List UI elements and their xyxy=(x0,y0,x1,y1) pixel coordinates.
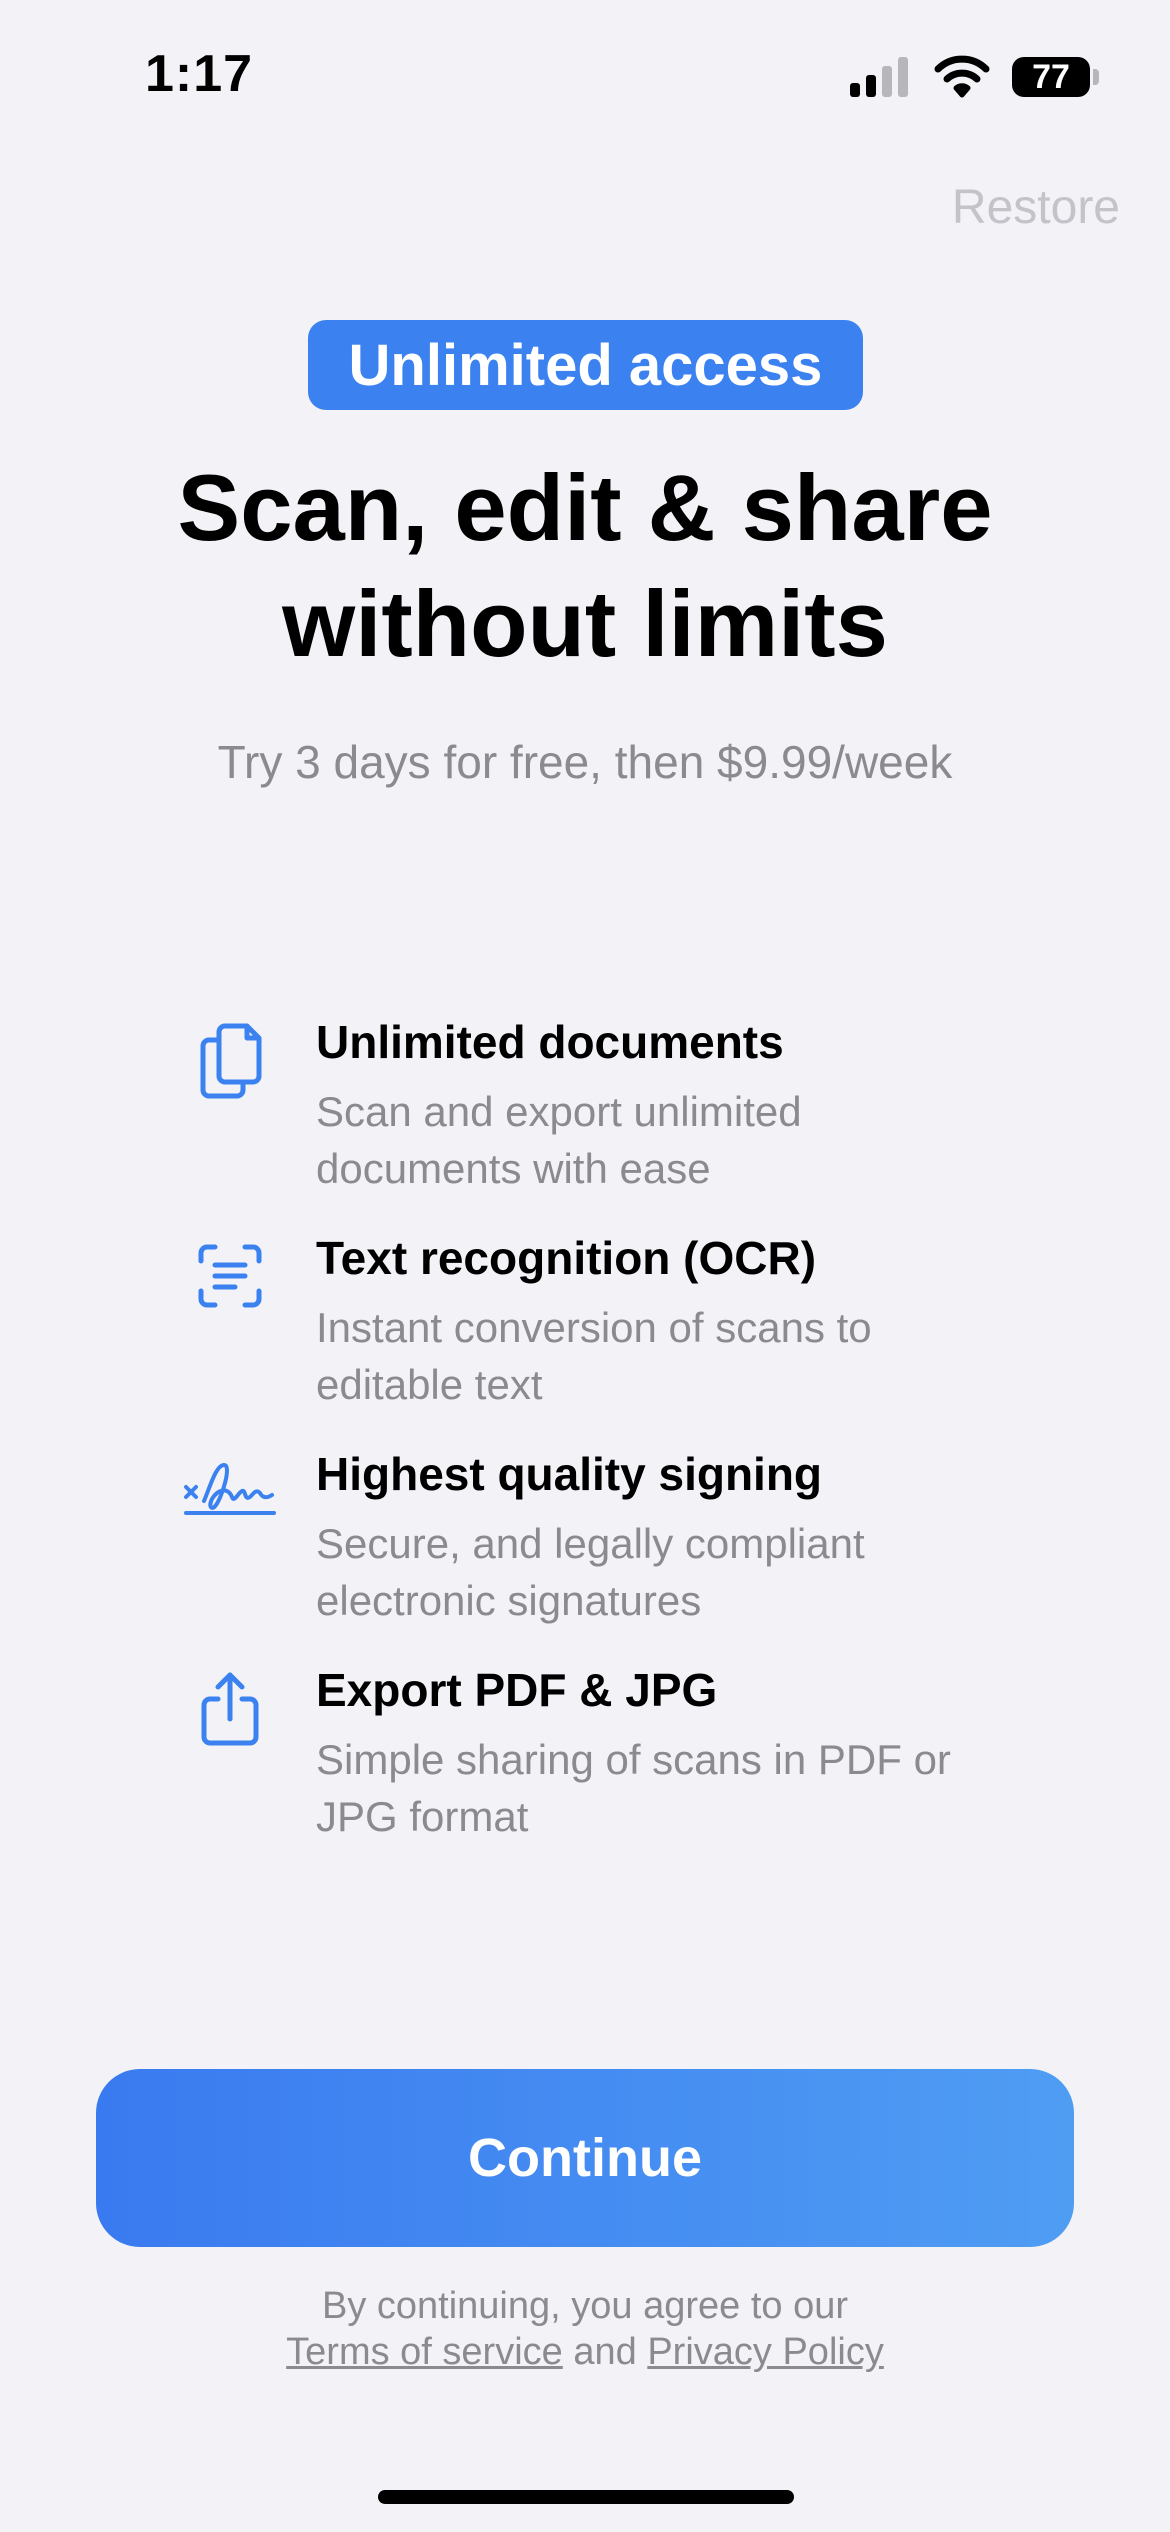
status-bar: 1:17 77 xyxy=(0,0,1170,150)
battery-icon: 77 xyxy=(1012,57,1099,97)
feature-title: Export PDF & JPG xyxy=(316,1664,718,1716)
status-time: 1:17 xyxy=(145,45,254,103)
continue-button[interactable]: Continue xyxy=(96,2069,1074,2247)
feature-item-documents: Unlimited documents Scan and export unli… xyxy=(0,1015,1170,1215)
share-icon xyxy=(190,1663,270,1753)
unlimited-access-badge: Unlimited access xyxy=(308,320,863,410)
signature-icon xyxy=(182,1447,278,1537)
feature-item-signing: Highest quality signing Secure, and lega… xyxy=(0,1447,1170,1647)
page-title-line-2: without limits xyxy=(282,571,888,676)
feature-description: Instant conversion of scans to editable … xyxy=(316,1304,872,1408)
feature-title: Text recognition (OCR) xyxy=(316,1232,817,1284)
legal-conjunction: and xyxy=(573,2331,637,2373)
privacy-policy-link[interactable]: Privacy Policy xyxy=(647,2331,884,2373)
restore-button[interactable]: Restore xyxy=(952,180,1120,235)
home-indicator[interactable] xyxy=(378,2490,794,2504)
wifi-icon xyxy=(934,55,990,98)
legal-prefix: By continuing, you agree to our xyxy=(321,2285,848,2327)
terms-of-service-link[interactable]: Terms of service xyxy=(286,2331,563,2373)
feature-description: Secure, and legally compliant electronic… xyxy=(316,1520,865,1624)
pricing-subtitle: Try 3 days for free, then $9.99/week xyxy=(217,736,953,788)
page-title: Scan, edit & share without limits xyxy=(0,450,1170,682)
feature-description: Scan and export unlimited documents with… xyxy=(316,1088,802,1192)
battery-level: 77 xyxy=(1032,57,1070,96)
status-icons: 77 xyxy=(848,54,1099,100)
page-title-line-1: Scan, edit & share xyxy=(177,455,993,560)
feature-title: Unlimited documents xyxy=(316,1016,784,1068)
signal-icon xyxy=(850,57,908,97)
feature-title: Highest quality signing xyxy=(316,1448,823,1500)
feature-item-export: Export PDF & JPG Simple sharing of scans… xyxy=(0,1663,1170,1863)
text-recognition-icon xyxy=(190,1231,270,1321)
battery-tip xyxy=(1093,69,1099,85)
feature-description: Simple sharing of scans in PDF or JPG fo… xyxy=(316,1736,951,1840)
legal-links: Terms of service and Privacy Policy xyxy=(0,2329,1170,2375)
feature-item-ocr: Text recognition (OCR) Instant conversio… xyxy=(0,1231,1170,1431)
legal-text: By continuing, you agree to our Terms of… xyxy=(0,2283,1170,2375)
documents-icon xyxy=(190,1015,270,1105)
